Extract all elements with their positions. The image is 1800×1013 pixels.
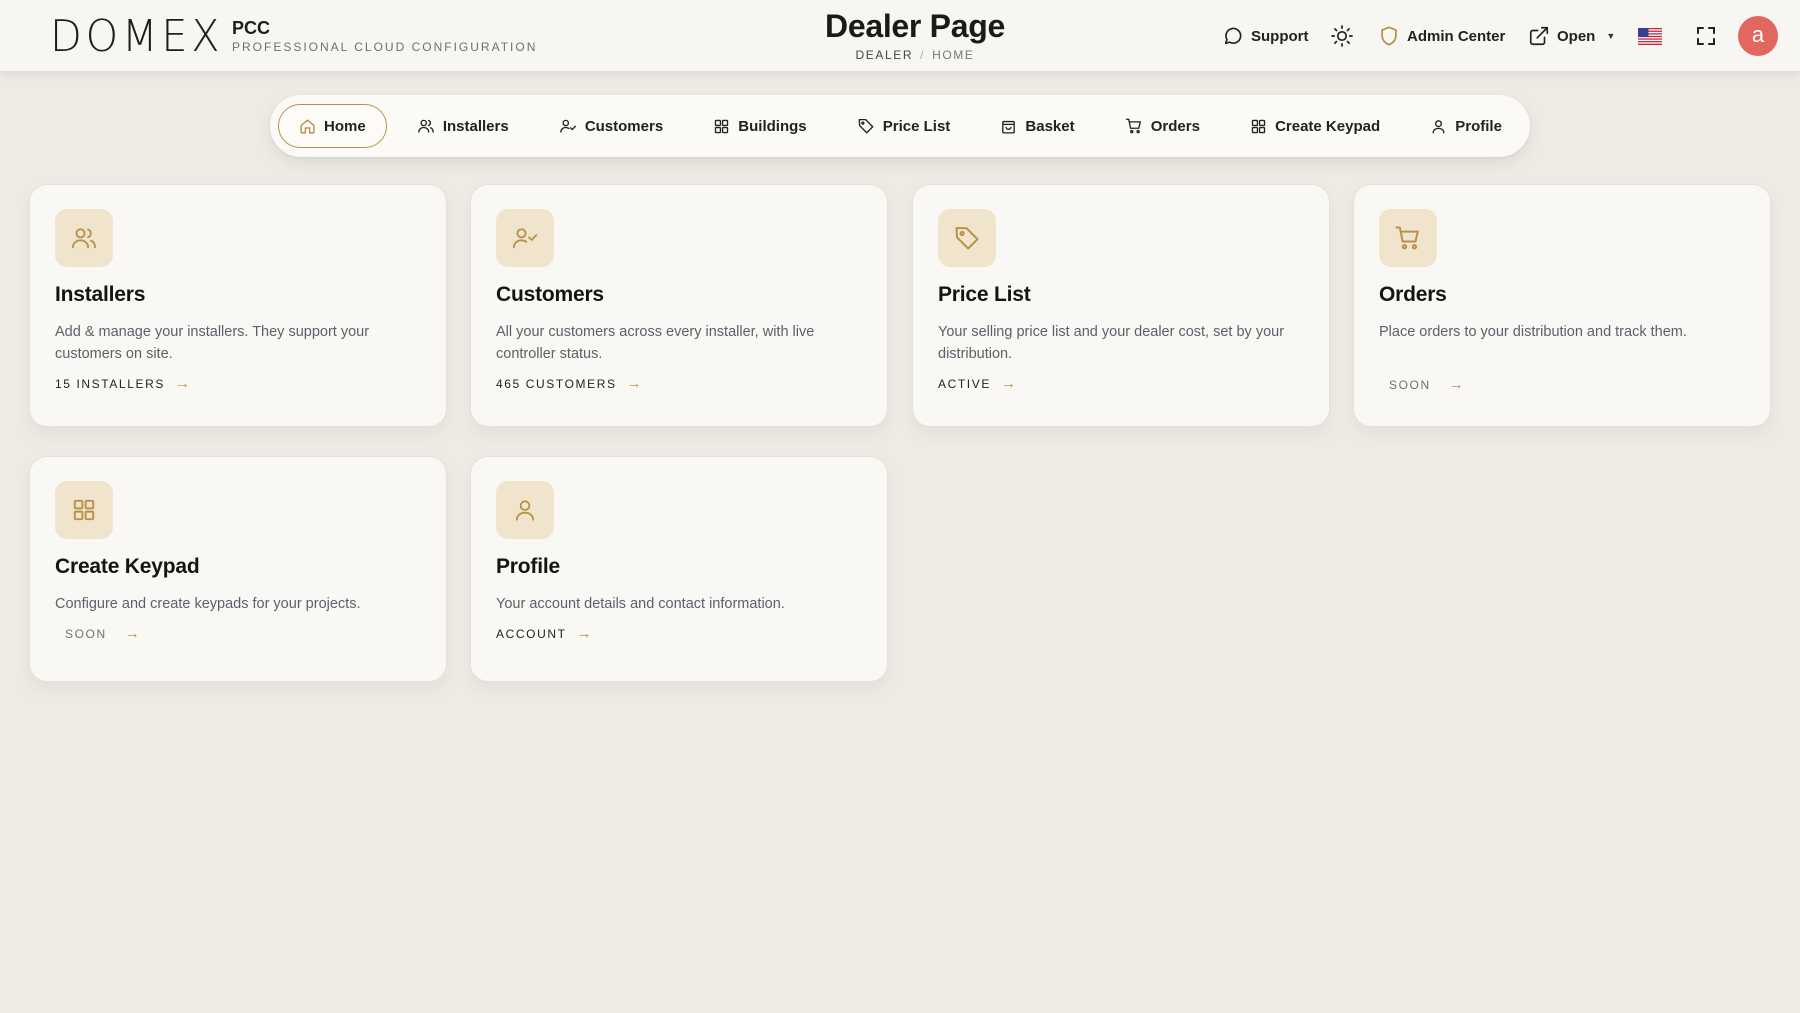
tag-icon [857,117,875,135]
tab-orders-label: Orders [1150,117,1200,135]
card-orders[interactable]: Orders Place orders to your distribution… [1353,184,1771,427]
card-profile[interactable]: Profile Your account details and contact… [470,456,888,682]
card-description: Your account details and contact informa… [496,596,785,612]
main-nav: Home Installers Customers Buildings Pric… [270,95,1530,157]
avatar[interactable]: a [1738,16,1778,56]
home-icon [299,118,316,135]
shopping-bag-icon [1000,118,1017,135]
cart-icon [1379,209,1437,267]
external-link-icon [1528,25,1550,47]
arrow-right-icon: → [174,375,190,392]
users-icon [55,209,113,267]
card-price-list[interactable]: Price List Your selling price list and y… [912,184,1330,427]
tab-basket[interactable]: Basket [980,104,1094,148]
card-title: Profile [496,555,560,578]
users-icon [417,117,435,135]
card-description: All your customers across every installe… [496,324,815,362]
tab-profile-label: Profile [1455,117,1502,135]
grid-icon [1250,118,1267,135]
support-label: Support [1251,27,1309,45]
create-keypad-soon-badge: SOON → [65,626,140,642]
tab-home-label: Home [324,117,366,135]
card-link-label: ACCOUNT [496,627,567,641]
grid-icon [55,481,113,539]
user-icon [496,481,554,539]
card-customers[interactable]: Customers All your customers across ever… [470,184,888,427]
tab-orders[interactable]: Orders [1105,104,1220,148]
breadcrumb-dealer[interactable]: DEALER [856,48,914,62]
card-installers[interactable]: Installers Add & manage your installers.… [29,184,447,427]
tab-create-keypad[interactable]: Create Keypad [1230,104,1400,148]
card-description: Configure and create keypads for your pr… [55,596,361,612]
tag-icon [938,209,996,267]
tab-customers-label: Customers [584,117,664,135]
tab-installers[interactable]: Installers [397,104,529,148]
tab-price-list-label: Price List [882,117,951,135]
arrow-right-icon: → [576,625,592,642]
orders-soon-badge: SOON → [1389,377,1464,393]
sun-icon [1330,24,1354,48]
user-check-icon [496,209,554,267]
card-link-label: 465 CUSTOMERS [496,377,617,391]
breadcrumb: DEALER / HOME [0,48,1800,62]
shield-icon [1378,25,1400,47]
card-description: Place orders to your distribution and tr… [1379,324,1687,340]
support-button[interactable]: Support [1222,24,1309,48]
arrow-right-icon: → [1000,375,1016,392]
tab-price-list[interactable]: Price List [837,104,971,148]
grid-icon [713,118,730,135]
arrow-right-icon: → [1448,376,1464,393]
tab-customers[interactable]: Customers [539,104,683,148]
breadcrumb-home: HOME [932,48,975,62]
open-dropdown[interactable]: Open ▼ [1528,24,1615,48]
card-title: Price List [938,283,1031,306]
chat-bubble-icon [1222,25,1244,47]
theme-toggle-button[interactable] [1330,24,1354,48]
card-create-keypad[interactable]: Create Keypad Configure and create keypa… [29,456,447,682]
tab-buildings-label: Buildings [738,117,807,135]
admin-center-label: Admin Center [1407,27,1506,45]
breadcrumb-separator: / [920,48,926,62]
tab-create-keypad-label: Create Keypad [1275,117,1381,135]
tab-basket-label: Basket [1025,117,1075,135]
us-flag-icon[interactable] [1638,28,1662,45]
card-description: Add & manage your installers. They suppo… [55,324,370,362]
tab-buildings[interactable]: Buildings [693,104,826,148]
tab-installers-label: Installers [442,117,509,135]
cart-icon [1125,117,1143,135]
tab-profile[interactable]: Profile [1410,104,1522,148]
user-icon [1430,118,1447,135]
arrow-right-icon: → [124,625,140,642]
account-link[interactable]: ACCOUNT → [496,626,592,642]
card-link-label: 15 INSTALLERS [55,377,165,391]
customers-count-link[interactable]: 465 CUSTOMERS → [496,376,642,392]
card-title: Create Keypad [55,555,200,578]
card-link-label: SOON [1389,378,1431,392]
fullscreen-icon[interactable] [1694,24,1718,48]
installers-count-link[interactable]: 15 INSTALLERS → [55,376,190,392]
open-label: Open [1557,27,1596,45]
card-description: Your selling price list and your dealer … [938,324,1285,362]
price-list-status-link[interactable]: ACTIVE → [938,376,1016,392]
user-check-icon [559,117,577,135]
chevron-down-icon: ▼ [1606,31,1616,41]
card-title: Orders [1379,283,1447,306]
card-title: Installers [55,283,146,306]
arrow-right-icon: → [626,375,642,392]
card-link-label: SOON [65,627,107,641]
top-header: DOMEX PCC PROFESSIONAL CLOUD CONFIGURATI… [0,0,1800,72]
admin-center-button[interactable]: Admin Center [1378,24,1505,48]
tab-home[interactable]: Home [278,104,387,148]
card-link-label: ACTIVE [938,377,991,391]
card-title: Customers [496,283,604,306]
